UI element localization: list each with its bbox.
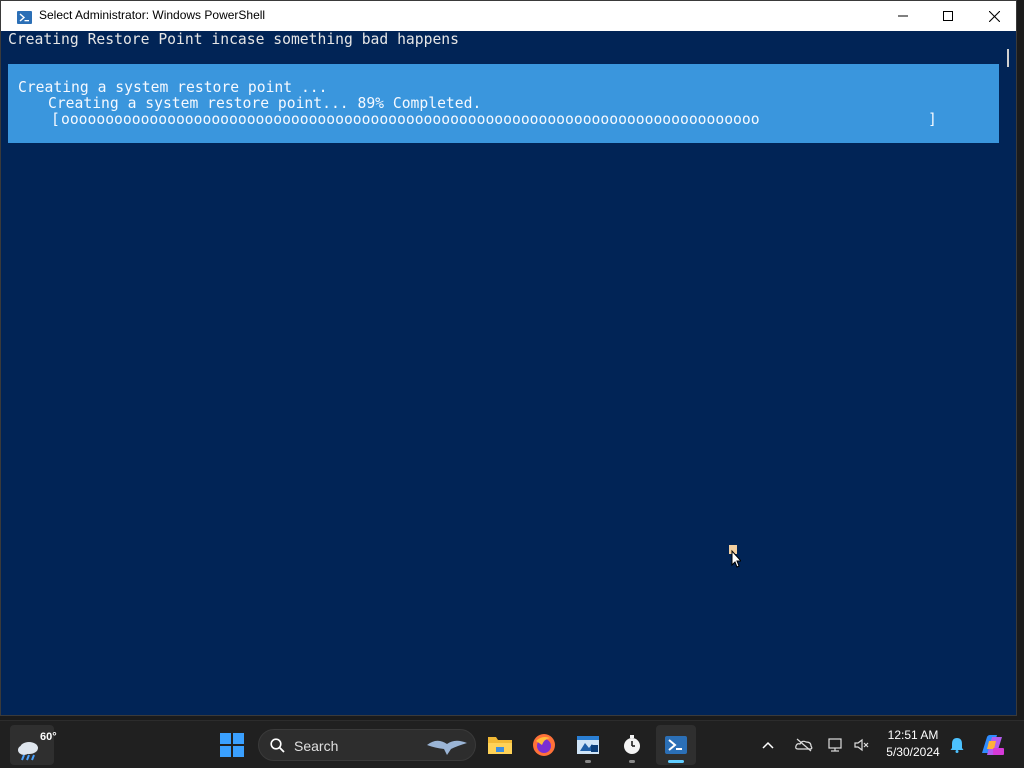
tray-notifications[interactable]	[946, 725, 968, 765]
taskbar: 60° Search 12:51 AM 5/30/2024	[0, 720, 1024, 768]
console-scrollbar[interactable]	[1001, 31, 1016, 715]
mouse-cursor-icon	[729, 545, 741, 568]
window-title: Select Administrator: Windows PowerShell	[39, 8, 266, 22]
search-icon	[270, 738, 285, 753]
progress-bar-close: ]	[928, 111, 937, 128]
clock-date: 5/30/2024	[886, 745, 940, 759]
clock-time: 12:51 AM	[887, 728, 939, 742]
minimize-icon	[898, 15, 908, 17]
taskbar-clock-app[interactable]	[612, 725, 652, 765]
taskbar-firefox[interactable]	[524, 725, 564, 765]
taskbar-search-box[interactable]: Search	[258, 729, 476, 761]
powershell-icon	[665, 736, 687, 754]
weather-cloud-icon	[18, 742, 38, 761]
progress-bar-open: [	[51, 111, 60, 128]
powershell-active-indicator	[668, 760, 684, 763]
bell-icon	[950, 738, 964, 753]
minimize-button[interactable]	[880, 1, 926, 31]
search-label: Search	[294, 738, 339, 754]
powershell-icon	[17, 9, 32, 24]
close-button[interactable]	[971, 1, 1017, 31]
tray-volume[interactable]	[848, 725, 876, 765]
start-button[interactable]	[212, 725, 252, 765]
app-icon	[577, 736, 599, 754]
maximize-button[interactable]	[925, 1, 971, 31]
progress-status: Creating a system restore point... 89% C…	[48, 95, 482, 112]
search-highlight-bird-icon	[427, 740, 467, 755]
network-icon	[828, 737, 842, 752]
volume-muted-icon	[854, 738, 869, 752]
copilot-icon	[982, 735, 1004, 755]
progress-panel: Creating a system restore point ... Crea…	[8, 64, 999, 143]
tray-network[interactable]	[822, 725, 850, 765]
taskbar-file-explorer[interactable]	[480, 725, 520, 765]
stopwatch-icon	[624, 735, 640, 754]
tray-onedrive[interactable]	[788, 725, 820, 765]
weather-widget[interactable]: 60°	[10, 725, 57, 765]
tray-show-hidden-icons[interactable]	[753, 725, 783, 765]
folder-icon	[488, 737, 512, 754]
weather-temperature: 60°	[40, 731, 57, 743]
cloud-offline-icon	[795, 738, 813, 752]
progress-activity: Creating a system restore point ...	[18, 79, 328, 96]
scrollbar-thumb[interactable]	[1007, 49, 1009, 67]
console-header-line: Creating Restore Point incase something …	[8, 31, 459, 48]
progress-bar-fill: oooooooooooooooooooooooooooooooooooooooo…	[61, 111, 760, 128]
close-icon	[988, 10, 1000, 22]
tray-clock[interactable]: 12:51 AM 5/30/2024	[878, 727, 948, 761]
windows-logo-icon	[220, 733, 244, 757]
maximize-icon	[943, 11, 953, 21]
tray-copilot[interactable]	[974, 725, 1010, 765]
taskbar-powershell[interactable]	[656, 725, 696, 765]
title-bar[interactable]: Select Administrator: Windows PowerShell	[1, 1, 1016, 31]
taskbar-app[interactable]	[568, 725, 608, 765]
console-output[interactable]: Creating Restore Point incase something …	[1, 31, 1001, 715]
powershell-window[interactable]: Select Administrator: Windows PowerShell…	[0, 0, 1017, 716]
app-running-indicator	[585, 760, 591, 763]
firefox-icon	[533, 734, 555, 756]
chevron-up-icon	[762, 741, 774, 749]
clock-running-indicator	[629, 760, 635, 763]
